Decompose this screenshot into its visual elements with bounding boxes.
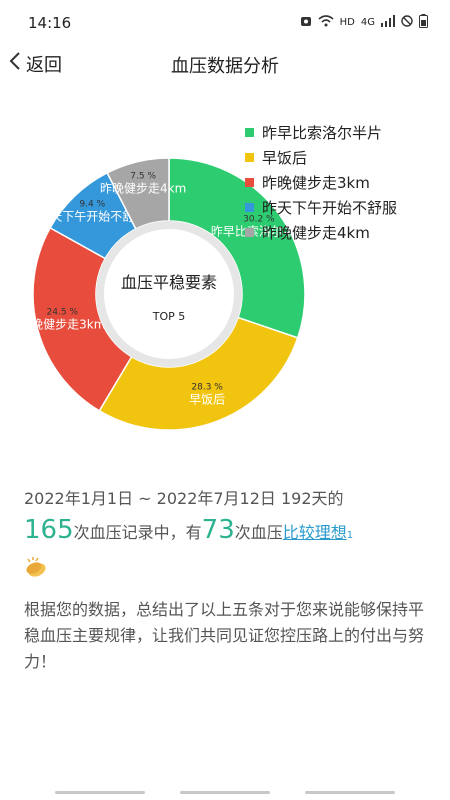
legend-item[interactable]: 早饭后 — [245, 145, 397, 170]
legend-swatch — [245, 153, 254, 162]
date-range: 2022年1月1日 ~ 2022年7月12日 192天的 — [24, 489, 344, 508]
notification-icon — [300, 15, 312, 30]
summary-text-mid: 次血压记录中，有 — [73, 523, 202, 542]
legend-label: 昨早比索洛尔半片 — [262, 124, 383, 142]
legend-label: 昨晚健步走3km — [262, 174, 370, 192]
nav-indicator-right — [305, 791, 395, 794]
legend-swatch — [245, 228, 254, 237]
slice-name-label: 昨晚健步走4km — [100, 182, 186, 196]
clap-icon — [24, 555, 48, 579]
nav-indicator-center — [180, 791, 270, 794]
slice-percent-label: 7.5 % — [130, 172, 156, 182]
legend-swatch — [245, 128, 254, 137]
network-type: 4G — [360, 17, 375, 28]
slice-name-label: 昨晚健步走3km — [19, 318, 105, 332]
wifi-icon — [318, 15, 334, 30]
summary-text-end: 次血压 — [234, 523, 283, 542]
hd-label: HD — [339, 17, 355, 28]
nav-bar: 返回 血压数据分析 — [0, 44, 450, 88]
footnote-marker: 1 — [346, 530, 354, 541]
donut-center-title: 血压平稳要素 — [121, 273, 217, 292]
donut-center-subtitle: TOP 5 — [152, 310, 186, 323]
battery-icon — [419, 14, 428, 31]
slice-percent-label: 28.3 % — [191, 383, 223, 393]
legend-item[interactable]: 昨晚健步走4km — [245, 220, 397, 245]
total-count: 165 — [24, 515, 74, 545]
ideal-link[interactable]: 比较理想 — [283, 519, 347, 543]
donut-center-ring — [96, 221, 242, 367]
status-bar: 14:16 HD 4G — [0, 0, 450, 44]
slice-name-label: 早饭后 — [189, 393, 225, 407]
chart-legend: 昨早比索洛尔半片 早饭后昨晚健步走3km 昨天下午开始不舒服 昨晚健步走4km — [245, 120, 397, 245]
summary-section: 2022年1月1日 ~ 2022年7月12日 192天的 165 次血压记录中，… — [24, 485, 434, 579]
legend-item[interactable]: 昨天下午开始不舒服 — [245, 195, 397, 220]
legend-swatch — [245, 203, 254, 212]
nav-indicator-left — [55, 791, 145, 794]
record-summary: 165 次血压记录中，有 73 次血压 比较理想 1 — [24, 515, 434, 551]
signal-icon — [381, 15, 395, 30]
legend-swatch — [245, 178, 254, 187]
do-not-disturb-icon — [401, 15, 413, 30]
slice-percent-label: 24.5 % — [47, 308, 79, 318]
description-text: 根据您的数据，总结出了以上五条对于您来说能够保持平稳血压主要规律，让我们共同见证… — [24, 600, 425, 671]
status-icons: HD 4G — [300, 14, 428, 31]
legend-label: 昨晚健步走4km — [262, 224, 370, 242]
slice-percent-label: 9.4 % — [79, 199, 105, 209]
legend-label: 昨天下午开始不舒服 — [262, 199, 398, 217]
ideal-count: 73 — [201, 515, 235, 545]
status-time: 14:16 — [28, 14, 72, 32]
legend-label: 早饭后 — [262, 149, 308, 167]
system-nav-bar — [0, 791, 450, 794]
page-title: 血压数据分析 — [171, 56, 279, 77]
legend-item[interactable]: 昨早比索洛尔半片 — [245, 120, 397, 145]
legend-item[interactable]: 昨晚健步走3km — [245, 170, 397, 195]
